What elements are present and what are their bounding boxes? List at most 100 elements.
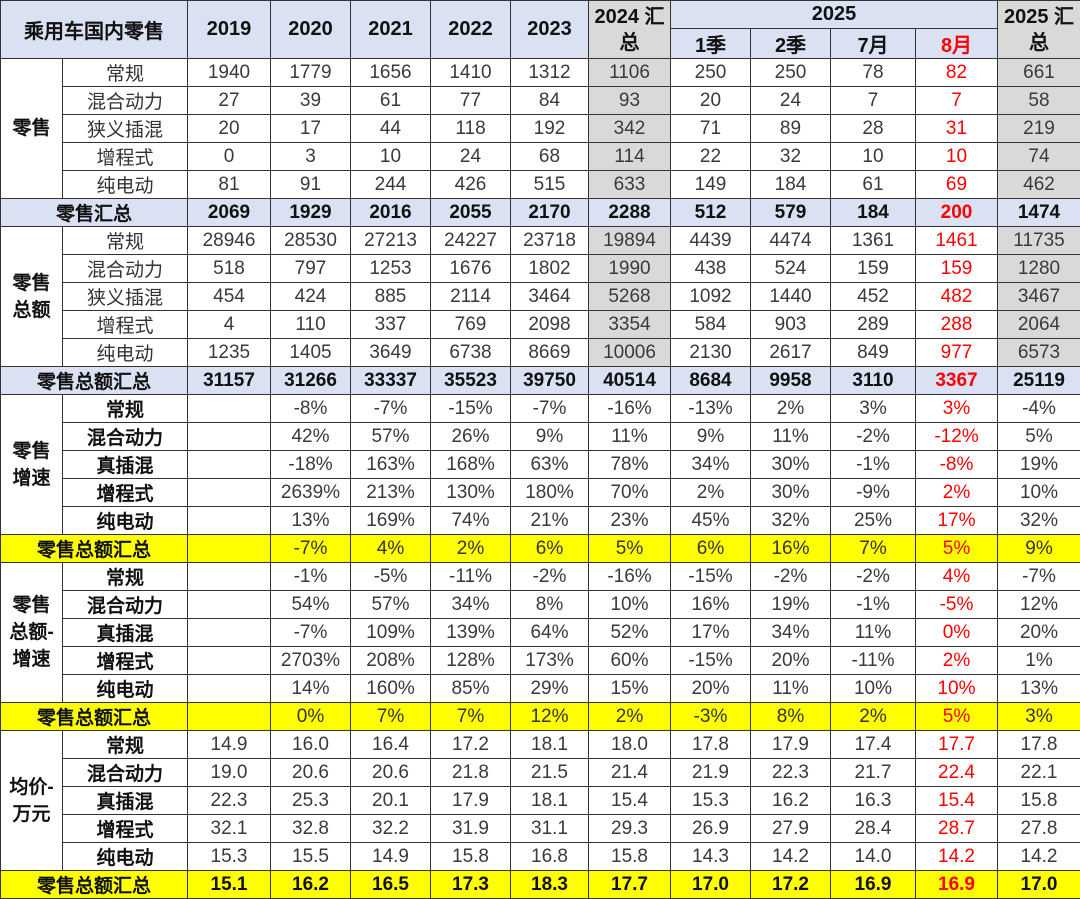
cell-value: -2%	[751, 563, 831, 591]
cell-value: 69	[916, 171, 998, 199]
cell-value: 109%	[351, 619, 431, 647]
total-cell-value: 16.5	[351, 871, 431, 899]
total-cell-value: 2288	[589, 199, 671, 227]
table-row: 狭义插混20174411819234271892831219	[1, 115, 1080, 143]
cell-value: 23%	[589, 507, 671, 535]
cell-value: 17.8	[671, 731, 751, 759]
cell-value: 19%	[751, 591, 831, 619]
total-cell-value: 7%	[831, 535, 916, 563]
cell-value: 74	[998, 143, 1080, 171]
total-cell-value: 2%	[431, 535, 511, 563]
col-2025-q1: 1季	[671, 29, 751, 59]
cell-value: 17.7	[916, 731, 998, 759]
cell-value: 29.3	[589, 815, 671, 843]
cell-value: 250	[751, 59, 831, 87]
cell-value: 769	[431, 311, 511, 339]
total-cell-value	[188, 703, 271, 731]
cell-value: 57%	[351, 423, 431, 451]
cell-value: -11%	[831, 647, 916, 675]
cell-value: 3	[271, 143, 351, 171]
cell-value: 16.2	[751, 787, 831, 815]
total-row: 零售总额汇总0%7%7%12%2%-3%8%2%5%3%	[1, 703, 1080, 731]
row-label: 增程式	[63, 647, 188, 675]
total-row-label: 零售总额汇总	[1, 871, 188, 899]
table-row: 真插混-7%109%139%64%52%17%34%11%0%20%	[1, 619, 1080, 647]
cell-value: 337	[351, 311, 431, 339]
table-row: 零售增速常规-8%-7%-15%-7%-16%-13%2%3%3%-4%	[1, 395, 1080, 423]
cell-value: 250	[671, 59, 751, 87]
cell-value: 0%	[916, 619, 998, 647]
cell-value: -5%	[351, 563, 431, 591]
row-label: 常规	[63, 731, 188, 759]
cell-value: 169%	[351, 507, 431, 535]
cell-value: 1405	[271, 339, 351, 367]
cell-value	[188, 647, 271, 675]
cell-value: 22.3	[188, 787, 271, 815]
cell-value: 21%	[511, 507, 589, 535]
cell-value: 1779	[271, 59, 351, 87]
table-row: 增程式031024681142232101074	[1, 143, 1080, 171]
cell-value: 4	[188, 311, 271, 339]
row-label: 增程式	[63, 815, 188, 843]
cell-value: 21.7	[831, 759, 916, 787]
cell-value: 8669	[511, 339, 589, 367]
cell-value	[188, 563, 271, 591]
total-cell-value: 579	[751, 199, 831, 227]
cell-value: 21.5	[511, 759, 589, 787]
cell-value: 20.1	[351, 787, 431, 815]
table-row: 纯电动15.315.514.915.816.815.814.314.214.01…	[1, 843, 1080, 871]
cell-value: -7%	[351, 395, 431, 423]
cell-value: 10%	[916, 675, 998, 703]
total-cell-value: 9%	[998, 535, 1080, 563]
cell-value: 78%	[589, 451, 671, 479]
row-label: 常规	[63, 59, 188, 87]
row-label: 纯电动	[63, 675, 188, 703]
total-row-label: 零售总额汇总	[1, 535, 188, 563]
cell-value: 15.8	[998, 787, 1080, 815]
group-label-amount-growth: 零售总额-增速	[1, 563, 63, 703]
retail-data-table: 乘用车国内零售 2019 2020 2021 2022 2023 2024 汇总…	[0, 0, 1080, 899]
table-row: 混合动力54%57%34%8%10%16%19%-1%-5%12%	[1, 591, 1080, 619]
cell-value: 17.9	[751, 731, 831, 759]
cell-value: 93	[589, 87, 671, 115]
cell-value: 114	[589, 143, 671, 171]
cell-value: 25.3	[271, 787, 351, 815]
cell-value: 7	[831, 87, 916, 115]
table-row: 零售总额常规2894628530272132422723718198944439…	[1, 227, 1080, 255]
total-cell-value: 16.9	[916, 871, 998, 899]
cell-value: 21.9	[671, 759, 751, 787]
cell-value: 11735	[998, 227, 1080, 255]
total-cell-value: 2016	[351, 199, 431, 227]
cell-value	[188, 591, 271, 619]
total-cell-value: 9958	[751, 367, 831, 395]
cell-value: -2%	[831, 563, 916, 591]
cell-value	[188, 395, 271, 423]
table-row: 混合动力19.020.620.621.821.521.421.922.321.7…	[1, 759, 1080, 787]
table-row: 增程式4110337769209833545849032892882064	[1, 311, 1080, 339]
cell-value: -2%	[831, 423, 916, 451]
cell-value: -1%	[271, 563, 351, 591]
total-row: 零售总额汇总-7%4%2%6%5%6%16%7%5%9%	[1, 535, 1080, 563]
cell-value: 797	[271, 255, 351, 283]
cell-value: 10%	[589, 591, 671, 619]
cell-value: 30%	[751, 451, 831, 479]
cell-value: 20	[188, 115, 271, 143]
table-row: 混合动力518797125316761802199043852415915912…	[1, 255, 1080, 283]
cell-value: 2639%	[271, 479, 351, 507]
total-cell-value: 17.7	[589, 871, 671, 899]
cell-value: 17.9	[431, 787, 511, 815]
total-cell-value: 16.9	[831, 871, 916, 899]
table-row: 纯电动13%169%74%21%23%45%32%25%17%32%	[1, 507, 1080, 535]
cell-value: 2703%	[271, 647, 351, 675]
cell-value: 11%	[589, 423, 671, 451]
total-cell-value: 184	[831, 199, 916, 227]
cell-value: 57%	[351, 591, 431, 619]
cell-value: 17.4	[831, 731, 916, 759]
cell-value: 10006	[589, 339, 671, 367]
cell-value: 2098	[511, 311, 589, 339]
cell-value: 32%	[751, 507, 831, 535]
cell-value: 34%	[751, 619, 831, 647]
total-cell-value: 2055	[431, 199, 511, 227]
cell-value: 5%	[998, 423, 1080, 451]
total-row: 零售总额汇总3115731266333373552339750405148684…	[1, 367, 1080, 395]
